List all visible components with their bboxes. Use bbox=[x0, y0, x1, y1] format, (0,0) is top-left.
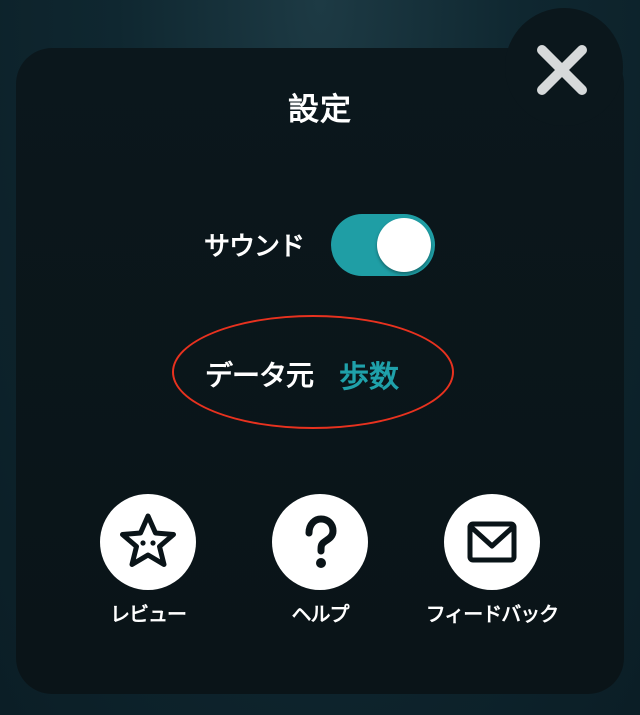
data-source-row: データ元 歩数 bbox=[205, 352, 399, 396]
mail-icon bbox=[467, 521, 517, 563]
feedback-icon-circle bbox=[444, 494, 540, 590]
question-mark-icon bbox=[305, 515, 337, 568]
data-source-value[interactable]: 歩数 bbox=[339, 352, 399, 396]
review-button[interactable]: レビュー bbox=[48, 494, 248, 627]
star-face-icon bbox=[120, 513, 176, 567]
feedback-label: フィードバック bbox=[425, 602, 560, 626]
review-label: レビュー bbox=[110, 602, 187, 626]
dialog-title: 設定 bbox=[288, 92, 352, 128]
review-icon-circle bbox=[100, 494, 196, 590]
help-button[interactable]: ヘルプ bbox=[220, 494, 420, 627]
sound-label: サウンド bbox=[204, 232, 305, 262]
data-source-label: データ元 bbox=[205, 359, 314, 392]
toggle-knob bbox=[377, 218, 431, 272]
feedback-button[interactable]: フィードバック bbox=[392, 494, 592, 627]
sound-toggle[interactable] bbox=[331, 214, 435, 276]
help-label: ヘルプ bbox=[291, 602, 350, 626]
help-icon-circle bbox=[272, 494, 368, 590]
